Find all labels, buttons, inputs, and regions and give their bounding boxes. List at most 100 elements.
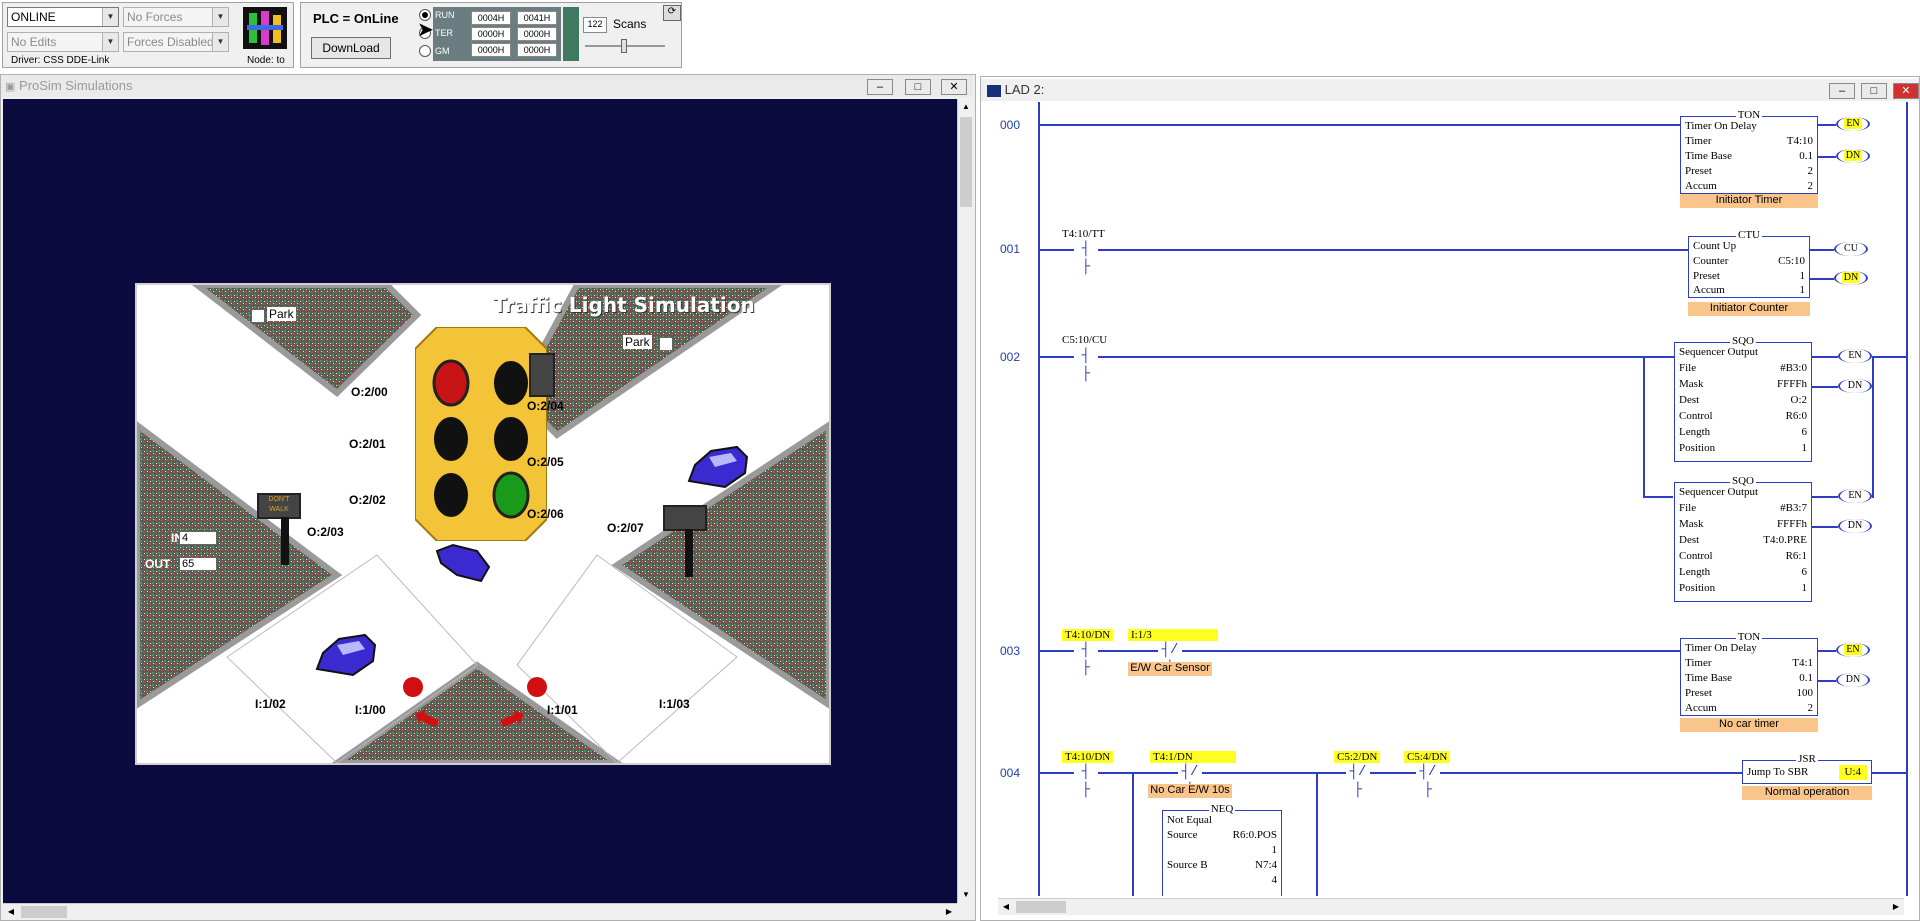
coil-dn[interactable]: DN [1838, 379, 1872, 393]
sensor-indicator [403, 677, 423, 697]
maximize-button[interactable]: □ [905, 79, 931, 95]
scroll-left-icon[interactable]: ◀ [998, 899, 1014, 915]
chevron-down-icon: ▼ [212, 8, 228, 26]
scroll-thumb[interactable] [960, 117, 972, 207]
jsr-instruction[interactable]: JSR Jump To SBR U:4 [1742, 753, 1872, 784]
ctu-instruction[interactable]: CTU Count Up Counter C5:10 Preset 1 Accum 1 [1688, 229, 1810, 298]
run-label: RUN [435, 10, 455, 20]
branch-wire [1132, 772, 1134, 896]
edits-select[interactable]: No Edits ▼ [7, 32, 119, 52]
contact-tag: C5:2/DN [1334, 751, 1381, 763]
sim-horizontal-scrollbar[interactable]: ◀ ▶ [3, 903, 957, 920]
close-button[interactable]: ✕ [941, 79, 967, 95]
output-label: O:2/07 [607, 521, 644, 535]
param-row: Jump To SBR U:4 [1747, 765, 1867, 780]
contact-xio[interactable]: ┤/├ [1346, 763, 1370, 798]
driver-label: Driver: CSS DDE-Link [11, 55, 110, 66]
param-row: Source B N7:4 [1167, 859, 1277, 871]
coil-dn[interactable]: DN [1838, 519, 1872, 533]
download-button[interactable]: DownLoad [311, 37, 391, 59]
sim-window-title: ProSim Simulations [19, 78, 133, 93]
out-label: OUT [145, 557, 171, 571]
branch-wire [1316, 772, 1318, 896]
neq-instruction[interactable]: NEQ Not Equal Source R6:0.POS 1 Source BN… [1162, 803, 1282, 896]
rung-wire [1812, 356, 1838, 358]
instruction-description: Initiator Counter [1688, 302, 1810, 316]
sim-vertical-scrollbar[interactable]: ▲ ▼ [957, 99, 974, 903]
forces-disabled-select[interactable]: Forces Disabled ▼ [123, 32, 229, 52]
contact-description: E/W Car Sensor [1128, 662, 1212, 676]
minimize-button[interactable]: – [1829, 83, 1855, 99]
contact-tag: T4:10/DN [1062, 629, 1114, 641]
coil-dn[interactable]: DN [1834, 271, 1868, 285]
rung-wire [1040, 249, 1690, 251]
coil-en[interactable]: EN [1838, 489, 1872, 503]
branch-wire [1643, 496, 1673, 498]
contact-tag: T4:1/DN [1150, 751, 1236, 763]
ter-label: TER [435, 28, 453, 38]
param-row: Position 1 [1679, 442, 1807, 454]
radio-gm[interactable] [419, 45, 431, 57]
param-row: Accum 2 [1685, 702, 1813, 714]
minimize-button[interactable]: – [867, 79, 893, 95]
coil-dn[interactable]: DN [1836, 149, 1870, 163]
instruction-description: Normal operation [1742, 786, 1872, 800]
coil-en[interactable]: EN [1836, 643, 1870, 657]
maximize-button[interactable]: □ [1861, 83, 1887, 99]
contact-tag: I:1/3 [1128, 629, 1218, 641]
ton-instruction[interactable]: TON Timer On Delay Timer T4:1 Time Base 0.… [1680, 631, 1818, 716]
park-right-checkbox[interactable] [659, 337, 673, 351]
scroll-left-icon[interactable]: ◀ [3, 904, 19, 920]
rung-wire [1818, 680, 1836, 682]
sqo-instruction[interactable]: SQO Sequencer Output File #B3:0 Mask FFFFh… [1674, 335, 1812, 462]
coil-en[interactable]: EN [1838, 349, 1872, 363]
coil-cu[interactable]: CU [1834, 242, 1868, 256]
scroll-thumb[interactable] [21, 906, 67, 918]
rung-number: 004 [1000, 766, 1021, 780]
branch-wire [1872, 356, 1874, 498]
param-row: Position 1 [1679, 582, 1807, 594]
coil-en[interactable]: EN [1836, 117, 1870, 131]
contact-xio[interactable]: ┤/├ [1416, 763, 1440, 798]
param-row: Dest T4:0.PRE [1679, 534, 1807, 546]
node-label: Node: to [247, 55, 285, 66]
instruction-title: Count Up [1693, 240, 1737, 252]
ton-instruction[interactable]: TON Timer On Delay Timer T4:10 Time Base 0… [1680, 109, 1818, 194]
param-row: File #B3:0 [1679, 362, 1807, 374]
contact-xio[interactable]: ┤/├ [1158, 641, 1182, 676]
rung-wire [1812, 526, 1838, 528]
refresh-icon[interactable]: ⟳ [663, 5, 681, 21]
param-row: 1 [1271, 844, 1278, 856]
scan-slider[interactable] [585, 39, 665, 53]
rung-wire [1810, 249, 1834, 251]
close-button[interactable]: ✕ [1893, 83, 1919, 99]
park-left-checkbox[interactable] [251, 309, 265, 323]
scroll-right-icon[interactable]: ▶ [1888, 899, 1904, 915]
param-row: Mask FFFFh [1679, 378, 1807, 390]
scroll-down-icon[interactable]: ▼ [958, 887, 974, 903]
scans-value: 122 [583, 17, 607, 33]
instruction-title: Sequencer Output [1679, 346, 1759, 358]
plc-panel: PLC = OnLine DownLoad RUN TER GM 0004H 0… [300, 2, 682, 68]
scroll-right-icon[interactable]: ▶ [941, 904, 957, 920]
rung-wire [1040, 124, 1680, 126]
contact-xic[interactable]: ┤ ├ [1074, 347, 1098, 382]
contact-xio[interactable]: ┤/├ [1178, 763, 1202, 798]
coil-dn[interactable]: DN [1836, 673, 1870, 687]
dont-walk-sign-right [663, 505, 707, 531]
forces-select[interactable]: No Forces ▼ [123, 7, 229, 27]
ladder-horizontal-scrollbar[interactable]: ◀ ▶ [998, 898, 1904, 915]
scroll-up-icon[interactable]: ▲ [958, 99, 974, 115]
output-label: O:2/05 [527, 455, 564, 469]
param-row: Mask FFFFh [1679, 518, 1807, 530]
contact-xic[interactable]: ┤ ├ [1074, 240, 1098, 275]
scroll-thumb[interactable] [1016, 901, 1066, 913]
car-icon [433, 541, 493, 585]
contact-xic[interactable]: ┤ ├ [1074, 763, 1098, 798]
contact-xic[interactable]: ┤ ├ [1074, 641, 1098, 676]
toolbar: ONLINE ▼ No Forces ▼ No Edits ▼ Forces Disa… [0, 0, 1920, 72]
contact-tag: C5:4/DN [1404, 751, 1451, 763]
app-logo-icon [243, 7, 287, 49]
sqo-instruction[interactable]: SQO Sequencer Output File #B3:7 Mask FFFFh… [1674, 475, 1812, 602]
mode-select[interactable]: ONLINE ▼ [7, 7, 119, 27]
